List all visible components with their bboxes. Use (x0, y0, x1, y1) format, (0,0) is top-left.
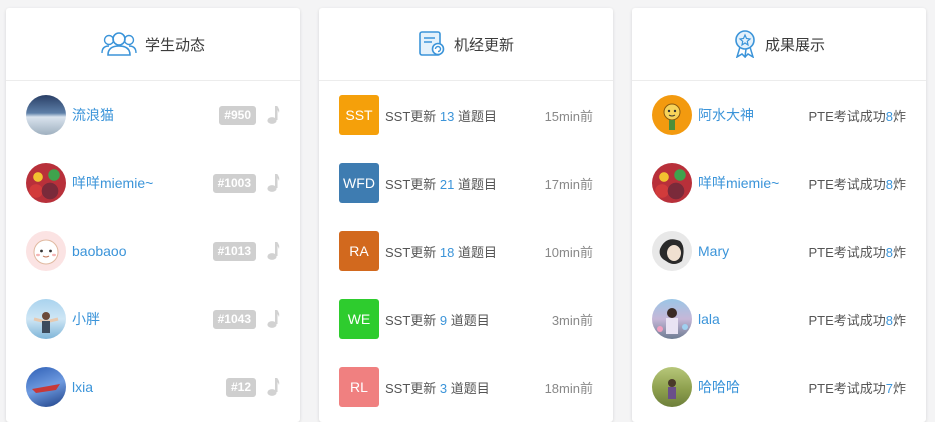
student-name[interactable]: baobaoo (72, 243, 127, 259)
question-type-tag[interactable]: RA (339, 231, 379, 271)
rank-badge: #1003 (212, 173, 256, 193)
card-header: 学生动态 (6, 8, 300, 81)
question-type-tag[interactable]: WFD (339, 163, 379, 203)
update-text: SST更新 13 道题目 (385, 108, 498, 124)
update-time: 18min前 (544, 380, 593, 396)
rank-badge: #12 (225, 377, 256, 397)
update-row[interactable]: SST SST更新 13 道题目 15min前 (319, 81, 613, 149)
music-note-icon[interactable] (266, 377, 280, 397)
avatar[interactable] (652, 163, 692, 203)
achievement-text: PTE考试成功8炸 (808, 244, 906, 260)
rank-badge: #1013 (212, 241, 256, 261)
avatar[interactable] (652, 95, 692, 135)
achievements-card: 成果展示 阿水大神 PTE考试成功8炸 咩咩miemie~ PTE考试成功8炸 … (632, 8, 926, 422)
award-ribbon-icon (733, 30, 757, 58)
student-name[interactable]: 阿水大神 (698, 105, 754, 125)
student-name[interactable]: Mary (698, 243, 729, 259)
students-icon (101, 31, 137, 57)
avatar[interactable] (652, 367, 692, 407)
student-name[interactable]: 流浪猫 (72, 105, 114, 125)
achievement-row[interactable]: lala PTE考试成功8炸 (632, 285, 926, 353)
update-row[interactable]: WFD SST更新 21 道题目 17min前 (319, 149, 613, 217)
update-time: 17min前 (544, 176, 593, 192)
student-row[interactable]: lxia #12 (6, 353, 300, 421)
card-header: 机经更新 (319, 8, 613, 81)
question-type-tag[interactable]: RL (339, 367, 379, 407)
student-row[interactable]: baobaoo #1013 (6, 217, 300, 285)
student-name[interactable]: lala (698, 311, 720, 327)
rank-badge: #1043 (212, 309, 256, 329)
update-time: 10min前 (544, 244, 593, 260)
update-row[interactable]: RL SST更新 3 道题目 18min前 (319, 353, 613, 421)
document-refresh-icon (418, 30, 446, 58)
music-note-icon[interactable] (266, 173, 280, 193)
student-row[interactable]: 小胖 #1043 (6, 285, 300, 353)
achievement-text: PTE考试成功8炸 (808, 312, 906, 328)
avatar[interactable] (26, 231, 66, 271)
student-name[interactable]: 咩咩miemie~ (72, 173, 153, 193)
update-row[interactable]: WE SST更新 9 道题目 3min前 (319, 285, 613, 353)
card-title: 学生动态 (144, 36, 205, 54)
student-activity-card: 学生动态 流浪猫 #950 咩咩miemie~ #1003 baobaoo #1… (6, 8, 300, 422)
rank-badge: #950 (219, 105, 256, 125)
achievement-text: PTE考试成功8炸 (808, 176, 906, 192)
question-updates-card: 机经更新 SST SST更新 13 道题目 15min前 WFD SST更新 2… (319, 8, 613, 422)
card-title: 成果展示 (764, 36, 825, 54)
music-note-icon[interactable] (266, 105, 280, 125)
student-name[interactable]: 小胖 (72, 309, 100, 329)
avatar[interactable] (652, 231, 692, 271)
avatar[interactable] (26, 95, 66, 135)
music-note-icon[interactable] (266, 241, 280, 261)
achievement-row[interactable]: Mary PTE考试成功8炸 (632, 217, 926, 285)
student-row[interactable]: 咩咩miemie~ #1003 (6, 149, 300, 217)
question-type-tag[interactable]: SST (339, 95, 379, 135)
student-name[interactable]: 咩咩miemie~ (698, 173, 779, 193)
achievement-row[interactable]: 咩咩miemie~ PTE考试成功8炸 (632, 149, 926, 217)
music-note-icon[interactable] (266, 309, 280, 329)
avatar[interactable] (652, 299, 692, 339)
update-text: SST更新 18 道题目 (385, 244, 498, 260)
achievement-row[interactable]: 阿水大神 PTE考试成功8炸 (632, 81, 926, 149)
update-text: SST更新 21 道题目 (385, 176, 498, 192)
avatar[interactable] (26, 299, 66, 339)
update-row[interactable]: RA SST更新 18 道题目 10min前 (319, 217, 613, 285)
achievement-text: PTE考试成功7炸 (808, 380, 906, 396)
update-text: SST更新 9 道题目 (385, 312, 490, 328)
card-title: 机经更新 (453, 36, 514, 54)
student-name[interactable]: lxia (72, 379, 93, 395)
achievement-text: PTE考试成功8炸 (808, 108, 906, 124)
question-type-tag[interactable]: WE (339, 299, 379, 339)
update-text: SST更新 3 道题目 (385, 380, 490, 396)
avatar[interactable] (26, 163, 66, 203)
update-time: 15min前 (544, 108, 593, 124)
achievement-row[interactable]: 哈哈哈 PTE考试成功7炸 (632, 353, 926, 421)
student-name[interactable]: 哈哈哈 (698, 377, 740, 397)
student-row[interactable]: 流浪猫 #950 (6, 81, 300, 149)
update-time: 3min前 (551, 312, 593, 328)
card-header: 成果展示 (632, 8, 926, 81)
avatar[interactable] (26, 367, 66, 407)
